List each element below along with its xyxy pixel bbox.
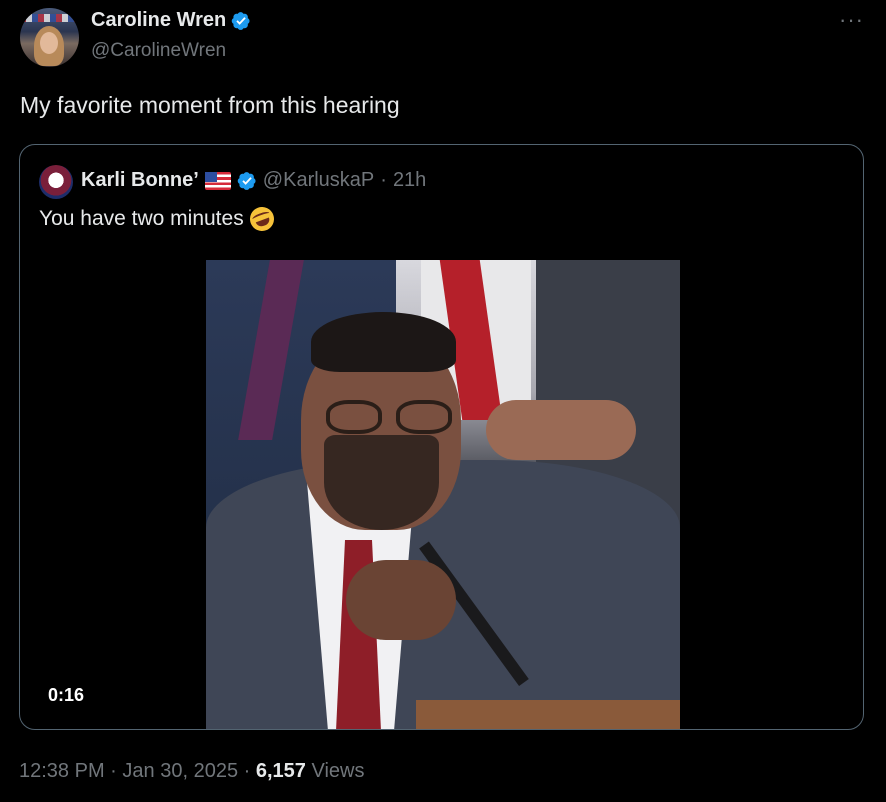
quoted-text: You have two minutes (39, 207, 244, 230)
tweet-time[interactable]: 12:38 PM (19, 760, 105, 782)
rolling-on-floor-laughing-emoji (246, 203, 278, 235)
more-options-icon[interactable]: ··· (839, 9, 864, 31)
video-background-hands (486, 400, 636, 460)
tweet-meta: 12:38 PM · Jan 30, 2025 · 6,157 Views (19, 760, 364, 783)
separator-dot: · (110, 760, 117, 782)
separator-dot: · (243, 760, 251, 782)
tweet-text: My favorite moment from this hearing (20, 92, 400, 118)
separator-dot: · (380, 169, 387, 191)
avatar-face (40, 32, 58, 54)
views-count: 6,157 (255, 760, 306, 782)
glasses-lens-left (326, 400, 382, 434)
quoted-header: Karli Bonne’ @KarluskaP · 21h (81, 169, 426, 192)
video-duration: 0:16 (48, 685, 85, 705)
verified-badge-icon (237, 171, 256, 190)
video-speaker-hair (311, 312, 456, 372)
quoted-text-row: You have two minutes (39, 203, 278, 235)
author-handle[interactable]: @CarolineWren (91, 40, 226, 62)
tweet-date[interactable]: Jan 30, 2025 (122, 760, 238, 782)
us-flag-icon (204, 171, 231, 190)
video-speaker-beard (324, 435, 439, 530)
glasses-lens-right (396, 400, 452, 434)
quoted-author-name[interactable]: Karli Bonne’ (81, 169, 199, 192)
quoted-author-avatar[interactable] (39, 165, 73, 199)
video-desk (416, 700, 680, 729)
author-name-row[interactable]: Caroline Wren (91, 9, 251, 32)
video-speaker-glasses (326, 400, 466, 436)
video-speaker-hand (346, 560, 456, 640)
views-label: Views (311, 760, 365, 782)
video-player[interactable] (206, 260, 680, 729)
avatar-banner (20, 14, 79, 22)
author-avatar[interactable] (20, 8, 79, 67)
author-name[interactable]: Caroline Wren (91, 9, 226, 32)
quoted-timestamp[interactable]: 21h (393, 169, 426, 192)
verified-badge-icon (231, 11, 250, 30)
quoted-tweet[interactable]: Karli Bonne’ @KarluskaP · 21h You have t… (19, 144, 864, 730)
quoted-author-handle[interactable]: @KarluskaP (263, 169, 374, 192)
